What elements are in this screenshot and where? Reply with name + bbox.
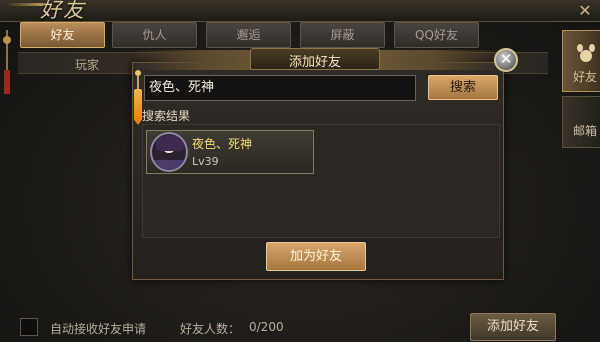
panel-top-frame bbox=[0, 0, 600, 22]
search-button[interactable]: 搜索 bbox=[428, 75, 498, 100]
column-player: 玩家 bbox=[75, 58, 100, 72]
search-input[interactable]: 夜色、死神 bbox=[144, 75, 416, 101]
friend-count-value: 0/200 bbox=[249, 320, 284, 334]
tab-enemies[interactable]: 仇人 bbox=[112, 22, 197, 48]
tassel-icon bbox=[134, 89, 142, 125]
dialog-close-button[interactable]: ✕ bbox=[494, 48, 518, 72]
panel-close-icon[interactable]: ✕ bbox=[574, 2, 596, 20]
tab-qq-friends[interactable]: QQ好友 bbox=[394, 22, 479, 48]
panel-title: 好友 bbox=[40, 0, 86, 22]
result-player-name: 夜色、死神 bbox=[192, 137, 253, 151]
add-as-friend-button[interactable]: 加为好友 bbox=[266, 242, 366, 271]
auto-accept-label: 自动接收好友申请 bbox=[50, 322, 147, 336]
side-ornament-icon bbox=[3, 30, 11, 94]
tab-blocked[interactable]: 屏蔽 bbox=[300, 22, 385, 48]
avatar-hair bbox=[156, 135, 184, 151]
dialog-title: 添加好友 bbox=[288, 55, 341, 70]
friend-count-label: 好友人数： bbox=[180, 322, 241, 336]
paw-icon bbox=[577, 44, 595, 62]
side-tab-friends-label: 好友 bbox=[572, 70, 597, 84]
avatar bbox=[150, 132, 188, 172]
tab-encounters[interactable]: 邂逅 bbox=[206, 22, 291, 48]
auto-accept-checkbox[interactable] bbox=[20, 318, 38, 336]
title-ornament bbox=[6, 3, 44, 6]
add-friend-button[interactable]: 添加好友 bbox=[470, 313, 556, 341]
search-results-label: 搜索结果 bbox=[142, 109, 191, 123]
result-player-level: Lv39 bbox=[192, 155, 219, 168]
tab-friends[interactable]: 好友 bbox=[20, 22, 105, 48]
tassel-cord-icon bbox=[137, 76, 139, 90]
side-tab-mailbox-label: 邮箱 bbox=[572, 124, 597, 138]
